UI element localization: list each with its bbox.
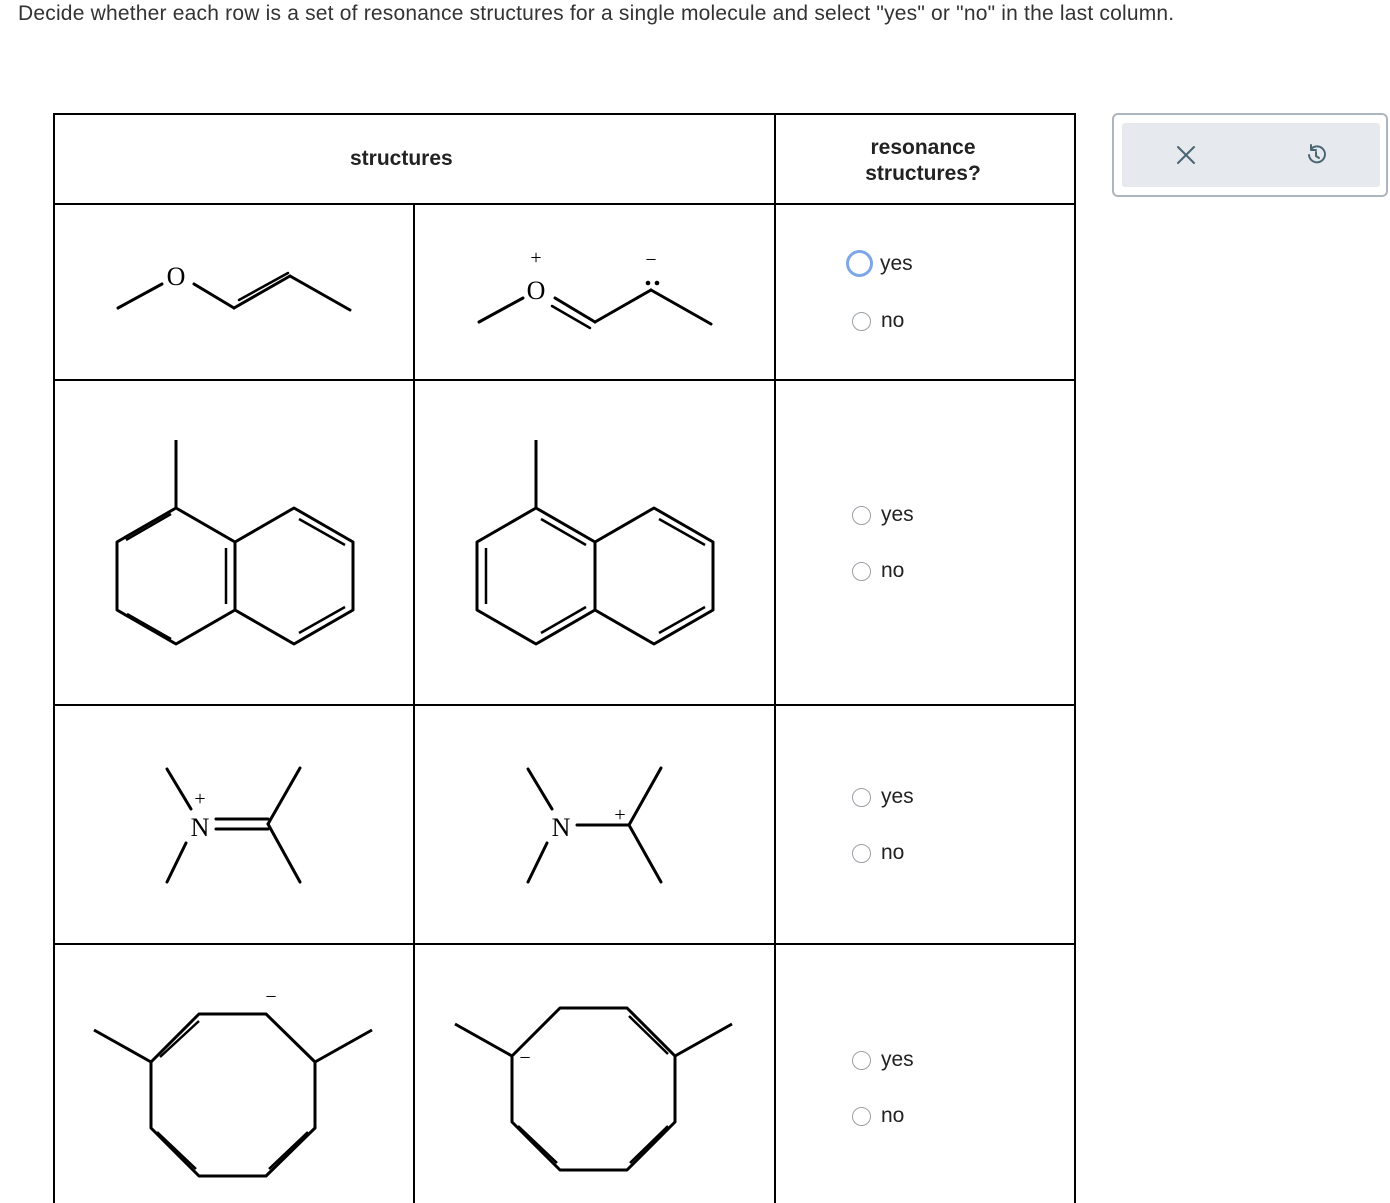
row2-option-no[interactable]: no — [852, 559, 904, 583]
oxygen-atom-label: O — [167, 262, 186, 291]
negative-charge: − — [265, 986, 276, 1008]
header-resonance-structures: resonance structures? — [823, 135, 1023, 187]
row3-option-no[interactable]: no — [852, 841, 904, 865]
table-border-top — [53, 113, 1076, 115]
radio-button[interactable] — [852, 787, 871, 807]
row1-structure-b: O + − — [477, 247, 713, 330]
toolbox-panel — [1122, 123, 1380, 187]
clear-button[interactable] — [1168, 137, 1204, 173]
negative-charge: − — [519, 1047, 530, 1069]
option-label: yes — [881, 503, 914, 526]
positive-charge: + — [614, 804, 625, 826]
answer-toolbox — [1112, 113, 1388, 197]
nitrogen-atom-label: N — [552, 813, 571, 842]
radio-button[interactable] — [852, 505, 871, 525]
reset-button[interactable] — [1298, 137, 1334, 173]
lone-pair-dot — [654, 280, 660, 286]
header-resonance-line2: structures? — [865, 162, 981, 185]
positive-charge: + — [530, 247, 541, 269]
table-border-right — [1074, 113, 1076, 1203]
radio-button[interactable] — [852, 1106, 871, 1126]
option-label: yes — [880, 251, 913, 275]
row4-option-no[interactable]: no — [852, 1104, 904, 1128]
row3-structure-b: N + — [526, 766, 663, 884]
nitrogen-atom-label: N — [191, 813, 210, 842]
option-label: no — [881, 841, 905, 864]
lone-pair-dot — [645, 280, 651, 286]
option-label: yes — [881, 785, 914, 808]
row3-structure-a: N + — [165, 766, 302, 884]
row4-structure-a: − — [93, 986, 373, 1178]
radio-button[interactable] — [852, 1050, 871, 1070]
row2-structure-b — [475, 440, 715, 646]
radio-button[interactable] — [852, 311, 871, 331]
option-label: no — [881, 309, 905, 332]
undo-icon — [1308, 144, 1326, 164]
option-label: yes — [881, 1048, 914, 1071]
close-icon — [1177, 146, 1195, 164]
question-prompt: Decide whether each row is a set of reso… — [18, 2, 1175, 25]
row2-structure-a — [115, 440, 355, 646]
row2-option-yes[interactable]: yes — [852, 503, 914, 527]
row4-structure-b: − — [454, 1006, 733, 1172]
row1-option-no[interactable]: no — [852, 309, 904, 333]
positive-charge: + — [194, 788, 205, 810]
negative-charge: − — [645, 249, 656, 271]
row1-structure-a: O — [116, 262, 352, 312]
option-label: no — [881, 559, 905, 582]
radio-button[interactable] — [852, 843, 871, 863]
row1-option-yes[interactable]: yes — [846, 250, 913, 277]
header-resonance-line1: resonance — [870, 136, 976, 159]
oxygen-atom-label: O — [527, 276, 546, 305]
radio-button[interactable] — [846, 250, 873, 277]
header-structures: structures — [350, 147, 453, 170]
radio-button[interactable] — [852, 561, 871, 581]
row3-option-yes[interactable]: yes — [852, 785, 914, 809]
option-label: no — [881, 1104, 905, 1127]
row4-option-yes[interactable]: yes — [852, 1048, 914, 1072]
